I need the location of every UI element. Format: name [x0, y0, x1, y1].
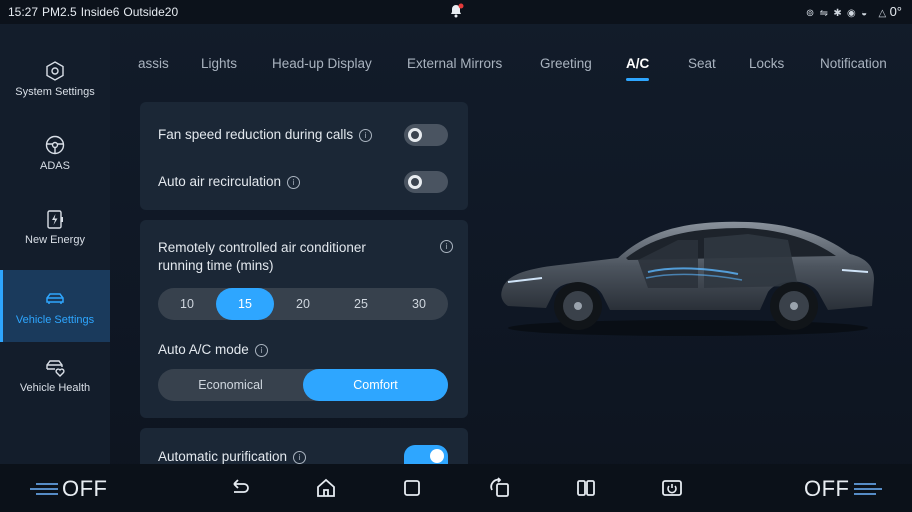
sidebar-item-label: Vehicle Settings [15, 314, 95, 326]
right-climate-off-button[interactable]: OFF [804, 476, 850, 502]
inside-reading: Inside6 [80, 5, 120, 19]
auto-recirculation-label: Auto air recirculation i [158, 174, 301, 189]
status-left: 15:27 PM2.5 Inside6 Outside20 [8, 5, 182, 19]
outside-reading: Outside20 [123, 5, 179, 19]
auto-purification-toggle[interactable] [404, 445, 448, 464]
tab-chassis[interactable]: assis [138, 56, 169, 71]
runtime-option-15[interactable]: 15 [216, 288, 274, 320]
back-icon[interactable] [228, 476, 252, 500]
runtime-option-10[interactable]: 10 [158, 288, 216, 320]
auto-purification-text: Automatic purification [158, 449, 288, 464]
tab-greeting[interactable]: Greeting [540, 56, 592, 71]
notification-bell-icon[interactable] [448, 3, 464, 19]
battery-bolt-icon [47, 210, 63, 229]
auto-recirculation-toggle[interactable] [404, 171, 448, 193]
info-icon[interactable]: i [287, 176, 301, 189]
tab-seat[interactable]: Seat [688, 56, 716, 71]
auto-ac-mode-text: Auto A/C mode [158, 342, 249, 357]
toggle-knob [430, 449, 444, 463]
car-heart-icon [46, 360, 65, 377]
clock: 15:27 [8, 5, 39, 19]
sidebar: System Settings ADAS New Energy Vehicle … [0, 24, 110, 464]
hotspot-icon: ◉ [847, 8, 856, 19]
usb-icon: ⇋ [819, 8, 828, 19]
tab-ac[interactable]: A/C [626, 56, 650, 81]
steering-wheel-icon [45, 135, 65, 155]
runtime-option-25[interactable]: 25 [332, 288, 390, 320]
remote-ac-card: Remotely controlled air conditioner runn… [140, 220, 468, 418]
vehicle-cutaway-image [501, 221, 874, 336]
toggle-knob [408, 128, 422, 142]
tab-locks[interactable]: Locks [749, 56, 784, 71]
location-icon: ⊚ [805, 8, 815, 19]
auto-ac-mode-label: Auto A/C mode i [158, 342, 268, 357]
sidebar-item-label: New Energy [25, 234, 85, 246]
rotate-screen-icon[interactable] [488, 476, 512, 500]
warning-icon: △ [878, 8, 887, 19]
status-bar: 15:27 PM2.5 Inside6 Outside20 ⊚ ⇋ ✱ ◉ ◒ △ 0… [0, 0, 912, 24]
sidebar-item-label: ADAS [40, 160, 70, 172]
car-icon [46, 293, 64, 304]
power-screen-icon[interactable] [660, 476, 684, 500]
left-climate-off-button[interactable]: OFF [62, 476, 108, 502]
bluetooth-icon: ✱ [833, 8, 842, 19]
recent-apps-icon[interactable] [400, 476, 424, 500]
call-and-recirculation-card: Fan speed reduction during calls i Auto a… [140, 102, 468, 210]
info-icon[interactable]: i [359, 129, 373, 142]
mode-option-comfort[interactable]: Comfort [303, 369, 448, 401]
remote-runtime-label: Remotely controlled air conditioner runn… [158, 239, 366, 275]
split-screen-icon[interactable] [574, 476, 598, 500]
auto-purification-label: Automatic purification i [158, 449, 307, 464]
tab-notification[interactable]: Notification [820, 56, 887, 71]
wifi-icon: ◒ [861, 8, 868, 19]
tab-head-up-display[interactable]: Head-up Display [272, 56, 372, 71]
mode-option-economical[interactable]: Economical [158, 369, 303, 401]
bottom-control-bar: OFF OFF [0, 464, 912, 512]
runtime-option-20[interactable]: 20 [274, 288, 332, 320]
sidebar-item-adas[interactable]: ADAS [0, 134, 110, 206]
toggle-knob [408, 175, 422, 189]
fan-speed-reduction-label: Fan speed reduction during calls i [158, 127, 373, 142]
fan-airflow-right-icon [854, 483, 882, 495]
remote-runtime-selector: 10 15 20 25 30 [158, 288, 448, 320]
status-right: ⊚ ⇋ ✱ ◉ ◒ △ 0° [804, 4, 902, 19]
screen: 15:27 PM2.5 Inside6 Outside20 ⊚ ⇋ ✱ ◉ ◒ △ 0… [0, 0, 912, 512]
sidebar-item-system-settings[interactable]: System Settings [0, 60, 110, 132]
runtime-option-30[interactable]: 30 [390, 288, 448, 320]
info-icon[interactable]: i [293, 451, 307, 464]
tab-lights[interactable]: Lights [201, 56, 237, 71]
remote-runtime-line2: running time (mins) [158, 258, 274, 273]
purification-card: Automatic purification i [140, 428, 468, 464]
fan-speed-reduction-toggle[interactable] [404, 124, 448, 146]
fan-airflow-left-icon [30, 483, 58, 495]
sidebar-item-label: System Settings [15, 86, 95, 98]
tab-external-mirrors[interactable]: External Mirrors [407, 56, 502, 71]
info-icon[interactable]: i [440, 240, 453, 253]
sidebar-item-label: Vehicle Health [19, 382, 91, 394]
auto-recirculation-text: Auto air recirculation [158, 174, 282, 189]
info-icon[interactable]: i [254, 344, 268, 357]
pm25-label: PM2.5 [42, 5, 77, 19]
home-icon[interactable] [314, 476, 338, 500]
auto-ac-mode-selector: Economical Comfort [158, 369, 448, 401]
sidebar-item-vehicle-health[interactable]: Vehicle Health [0, 356, 110, 428]
fan-speed-reduction-text: Fan speed reduction during calls [158, 127, 354, 142]
remote-runtime-line1: Remotely controlled air conditioner [158, 240, 366, 255]
sidebar-item-vehicle-settings[interactable]: Vehicle Settings [0, 270, 110, 342]
hexagon-gear-icon [46, 61, 64, 81]
outside-temperature: 0° [889, 4, 902, 19]
